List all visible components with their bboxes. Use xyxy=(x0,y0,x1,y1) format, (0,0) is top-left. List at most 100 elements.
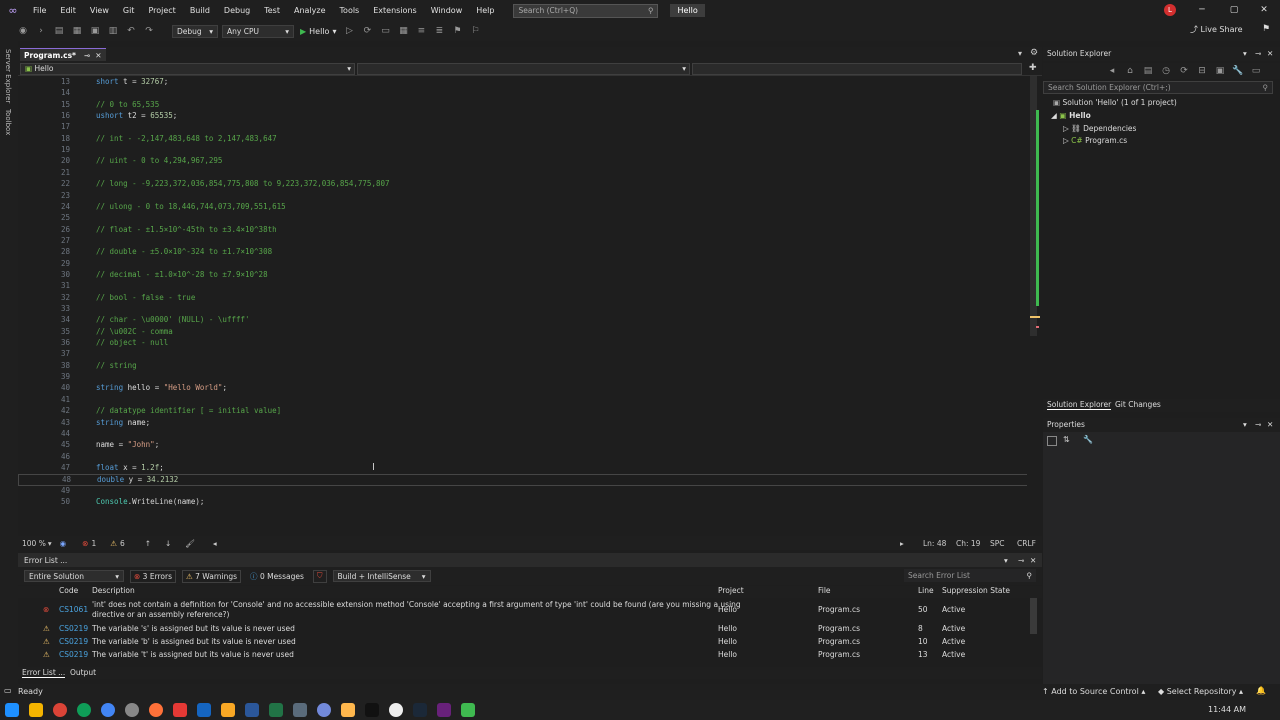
run-button[interactable]: ▶ Hello ▾ xyxy=(300,27,336,36)
select-repository-button[interactable]: ◆ Select Repository ▴ xyxy=(1158,687,1243,696)
error-list-row[interactable]: ⚠ CS0219 The variable 'b' is assigned but … xyxy=(18,637,1028,649)
properties-wrench-icon[interactable]: 🔧 xyxy=(1231,64,1245,78)
settings-app-icon[interactable] xyxy=(125,703,139,717)
start-without-debug-icon[interactable]: ▷ xyxy=(342,24,356,38)
error-list-scrollbar[interactable] xyxy=(1030,598,1037,634)
home-icon[interactable]: ⌂ xyxy=(1123,64,1137,78)
code-line[interactable]: 42 // datatype identifier [ = initial val… xyxy=(18,406,1028,417)
menu-item-git[interactable]: Git xyxy=(116,0,142,21)
tab-list-chevron-icon[interactable]: ▾ xyxy=(1018,49,1022,58)
tab-solution-explorer[interactable]: Solution Explorer xyxy=(1047,400,1112,410)
code-line[interactable]: 18 // int - -2,147,483,648 to 2,147,483,6… xyxy=(18,134,1028,145)
sync-icon[interactable]: ⟳ xyxy=(1177,64,1191,78)
menu-item-project[interactable]: Project xyxy=(141,0,182,21)
tree-node-dependencies[interactable]: ▷ ⛓ Dependencies xyxy=(1063,124,1136,133)
comment-icon[interactable]: ≡ xyxy=(414,24,428,38)
editor-vertical-scrollbar[interactable] xyxy=(1027,76,1041,536)
warnings-filter-button[interactable]: ⚠ 7 Warnings xyxy=(182,569,242,583)
toolbox-tab[interactable]: Toolbox xyxy=(4,109,12,135)
code-line[interactable]: 21 xyxy=(18,168,1028,179)
code-line[interactable]: 50 Console.WriteLine(name); xyxy=(18,497,1028,508)
tree-node-project[interactable]: ◢ ▣ Hello xyxy=(1051,111,1091,120)
code-line[interactable]: 16 ushort t2 = 65535; xyxy=(18,111,1028,122)
code-line[interactable]: 49 xyxy=(18,486,1028,497)
code-line[interactable]: 38 // string xyxy=(18,361,1028,372)
menu-item-test[interactable]: Test xyxy=(257,0,287,21)
code-line[interactable]: 44 xyxy=(18,429,1028,440)
close-icon[interactable]: ✕ xyxy=(1267,418,1273,432)
undo-icon[interactable]: ↶ xyxy=(124,24,138,38)
down-arrow-icon[interactable]: ↓ xyxy=(165,539,171,548)
errors-filter-button[interactable]: ⊗ 3 Errors xyxy=(130,569,177,583)
code-line[interactable]: 17 xyxy=(18,122,1028,133)
app-icon[interactable] xyxy=(221,703,235,717)
code-line[interactable]: 22 // long - -9,223,372,036,854,775,808 t… xyxy=(18,179,1028,190)
app-icon[interactable] xyxy=(389,703,403,717)
error-list-row[interactable]: ⚠ CS0219 The variable 's' is assigned but … xyxy=(18,624,1028,636)
filter-toggle-button[interactable]: ⛉ xyxy=(312,569,327,583)
firefox-icon[interactable] xyxy=(149,703,163,717)
app-icon[interactable] xyxy=(341,703,355,717)
tab-git-changes[interactable]: Git Changes xyxy=(1115,400,1161,409)
chevron-down-icon[interactable]: ▾ xyxy=(1004,556,1008,565)
code-line[interactable]: 28 // double - ±5.0×10^-324 to ±1.7×10^30… xyxy=(18,247,1028,258)
collapse-all-icon[interactable]: ⊟ xyxy=(1195,64,1209,78)
nav-project-dropdown[interactable]: ▣ Hello ▾ xyxy=(20,63,355,75)
code-line[interactable]: 14 xyxy=(18,88,1028,99)
maximize-icon[interactable]: ▢ xyxy=(1218,0,1250,21)
menu-item-debug[interactable]: Debug xyxy=(217,0,257,21)
code-line[interactable]: 23 xyxy=(18,191,1028,202)
solution-explorer-search-input[interactable]: Search Solution Explorer (Ctrl+;) ⚲ xyxy=(1043,81,1273,94)
messages-filter-button[interactable]: ⓘ 0 Messages xyxy=(247,570,307,583)
col-description[interactable]: Description xyxy=(92,586,135,595)
visual-studio-icon[interactable] xyxy=(437,703,451,717)
menu-item-tools[interactable]: Tools xyxy=(333,0,367,21)
code-line[interactable]: 46 xyxy=(18,452,1028,463)
code-line[interactable]: 40 string hello = "Hello World"; xyxy=(18,383,1028,394)
notifications-icon[interactable]: 🔔 xyxy=(1256,686,1266,695)
menu-item-window[interactable]: Window xyxy=(424,0,470,21)
code-line[interactable]: 36 // object - null xyxy=(18,338,1028,349)
show-all-files-icon[interactable]: ▣ xyxy=(1213,64,1227,78)
save-icon[interactable]: ▣ xyxy=(88,24,102,38)
code-line[interactable]: 34 // char - \u0000' (NULL) - \uffff' xyxy=(18,315,1028,326)
browse-icon[interactable]: ▭ xyxy=(378,24,392,38)
steam-icon[interactable] xyxy=(413,703,427,717)
word-icon[interactable] xyxy=(245,703,259,717)
code-line[interactable]: 47 float x = 1.2f; xyxy=(18,463,1028,474)
platform-dropdown[interactable]: Any CPU ▾ xyxy=(222,24,294,38)
code-line[interactable]: 15 // 0 to 65,535 xyxy=(18,100,1028,111)
pending-changes-icon[interactable]: ◷ xyxy=(1159,64,1173,78)
error-list-search-input[interactable]: Search Error List ⚲ xyxy=(904,569,1036,582)
pin-icon[interactable]: ⊸ xyxy=(1255,418,1261,432)
pin-icon[interactable]: ⊸ xyxy=(84,51,90,60)
spacing-indicator[interactable]: SPC xyxy=(990,539,1005,548)
redo-icon[interactable]: ↷ xyxy=(142,24,156,38)
server-explorer-tab[interactable]: Server Explorer xyxy=(4,49,12,103)
menu-item-edit[interactable]: Edit xyxy=(53,0,83,21)
app-icon[interactable] xyxy=(293,703,307,717)
cleanup-icon[interactable]: 🖌 xyxy=(185,539,195,548)
new-project-icon[interactable]: ▤ xyxy=(52,24,66,38)
code-line[interactable]: 33 xyxy=(18,304,1028,315)
back-icon[interactable]: ◂ xyxy=(1105,64,1119,78)
code-line[interactable]: 39 xyxy=(18,372,1028,383)
menu-item-analyze[interactable]: Analyze xyxy=(287,0,333,21)
file-explorer-icon[interactable] xyxy=(29,703,43,717)
code-line[interactable]: 29 xyxy=(18,259,1028,270)
code-line[interactable]: 24 // ulong - 0 to 18,446,744,073,709,551… xyxy=(18,202,1028,213)
code-line[interactable]: 48 double y = 34.2132 xyxy=(18,474,1028,486)
pin-icon[interactable]: ⊸ xyxy=(1255,47,1261,61)
edge-icon[interactable] xyxy=(77,703,91,717)
code-line[interactable]: 13 short t = 32767; xyxy=(18,77,1028,88)
taskbar-clock[interactable]: 11:44 AM xyxy=(1208,705,1246,714)
tree-node-program-cs[interactable]: ▷ C# Program.cs xyxy=(1063,136,1127,145)
menu-item-view[interactable]: View xyxy=(83,0,116,21)
code-line[interactable]: 41 xyxy=(18,395,1028,406)
settings-gear-icon[interactable]: ⚙ xyxy=(1030,48,1038,58)
zoom-level[interactable]: 100 % xyxy=(22,539,46,548)
bookmark-next-icon[interactable]: ⚐ xyxy=(468,24,482,38)
preview-icon[interactable]: ▭ xyxy=(1249,64,1263,78)
feedback-icon[interactable]: ⚑ xyxy=(1262,24,1270,34)
layout-icon[interactable]: ▦ xyxy=(396,24,410,38)
